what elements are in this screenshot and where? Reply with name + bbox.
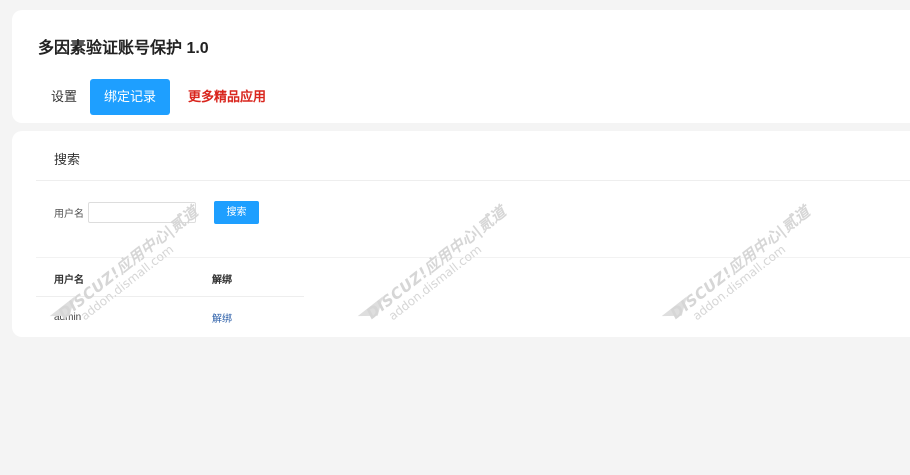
table-header-row: 用户名 解绑 bbox=[36, 260, 304, 297]
search-button[interactable]: 搜索 bbox=[214, 201, 259, 224]
divider bbox=[36, 180, 910, 181]
tab-bind-records[interactable]: 绑定记录 bbox=[90, 79, 171, 115]
username-cell: admin bbox=[54, 312, 82, 323]
records-table: 用户名 解绑 admin 解绑 bbox=[36, 260, 304, 338]
tab-settings[interactable]: 设置 bbox=[38, 79, 90, 115]
username-label: 用户名 bbox=[54, 209, 84, 220]
divider bbox=[36, 257, 910, 258]
column-header-unbind: 解绑 bbox=[212, 274, 232, 286]
content-card: 搜索 用户名 搜索 用户名 解绑 admin 解绑 bbox=[12, 131, 910, 337]
header-card: 多因素验证账号保护 1.0 设置 绑定记录 更多精品应用 bbox=[12, 10, 910, 123]
unbind-cell: 解绑 bbox=[212, 310, 304, 325]
username-search-input[interactable] bbox=[88, 202, 196, 223]
unbind-link[interactable]: 解绑 bbox=[212, 314, 232, 325]
app-title: 多因素验证账号保护 1.0 bbox=[38, 40, 209, 57]
section-title: 搜索 bbox=[54, 152, 81, 167]
table-row: admin 解绑 bbox=[36, 297, 304, 338]
column-header-username: 用户名 bbox=[54, 274, 84, 286]
tab-bar: 设置 绑定记录 更多精品应用 bbox=[38, 79, 280, 115]
tab-more-apps[interactable]: 更多精品应用 bbox=[174, 79, 280, 115]
search-form: 用户名 搜索 bbox=[54, 201, 259, 224]
